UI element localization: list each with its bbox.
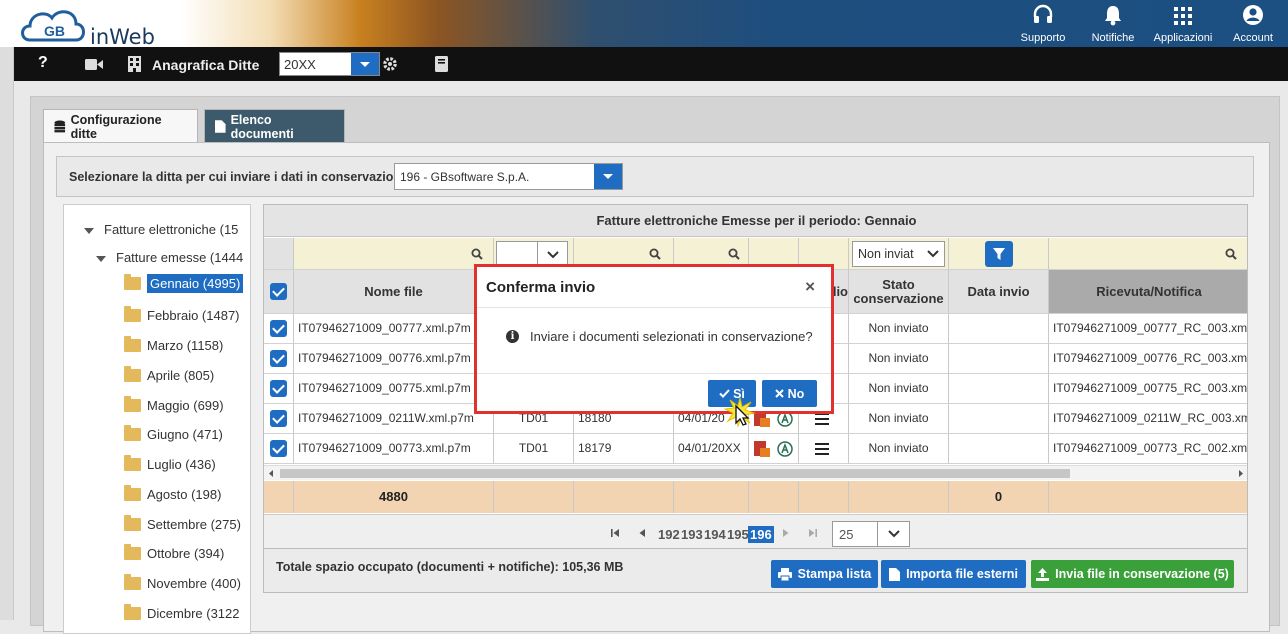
dialog-message: Inviare i documenti selezionati in conse… [530,329,813,344]
click-highlight-icon [724,397,756,428]
x-icon [774,389,784,398]
dialog-divider [477,307,831,308]
info-icon: i [506,330,519,343]
confirm-dialog: Conferma invio × i Inviare i documenti s… [474,264,834,414]
modal-overlay: Conferma invio × i Inviare i documenti s… [0,0,1288,620]
confirm-no-label: No [787,386,805,401]
dialog-divider [477,373,831,374]
close-icon[interactable]: × [805,277,815,297]
dialog-title: Conferma invio [486,279,596,296]
confirm-no-button[interactable]: No [762,380,817,407]
